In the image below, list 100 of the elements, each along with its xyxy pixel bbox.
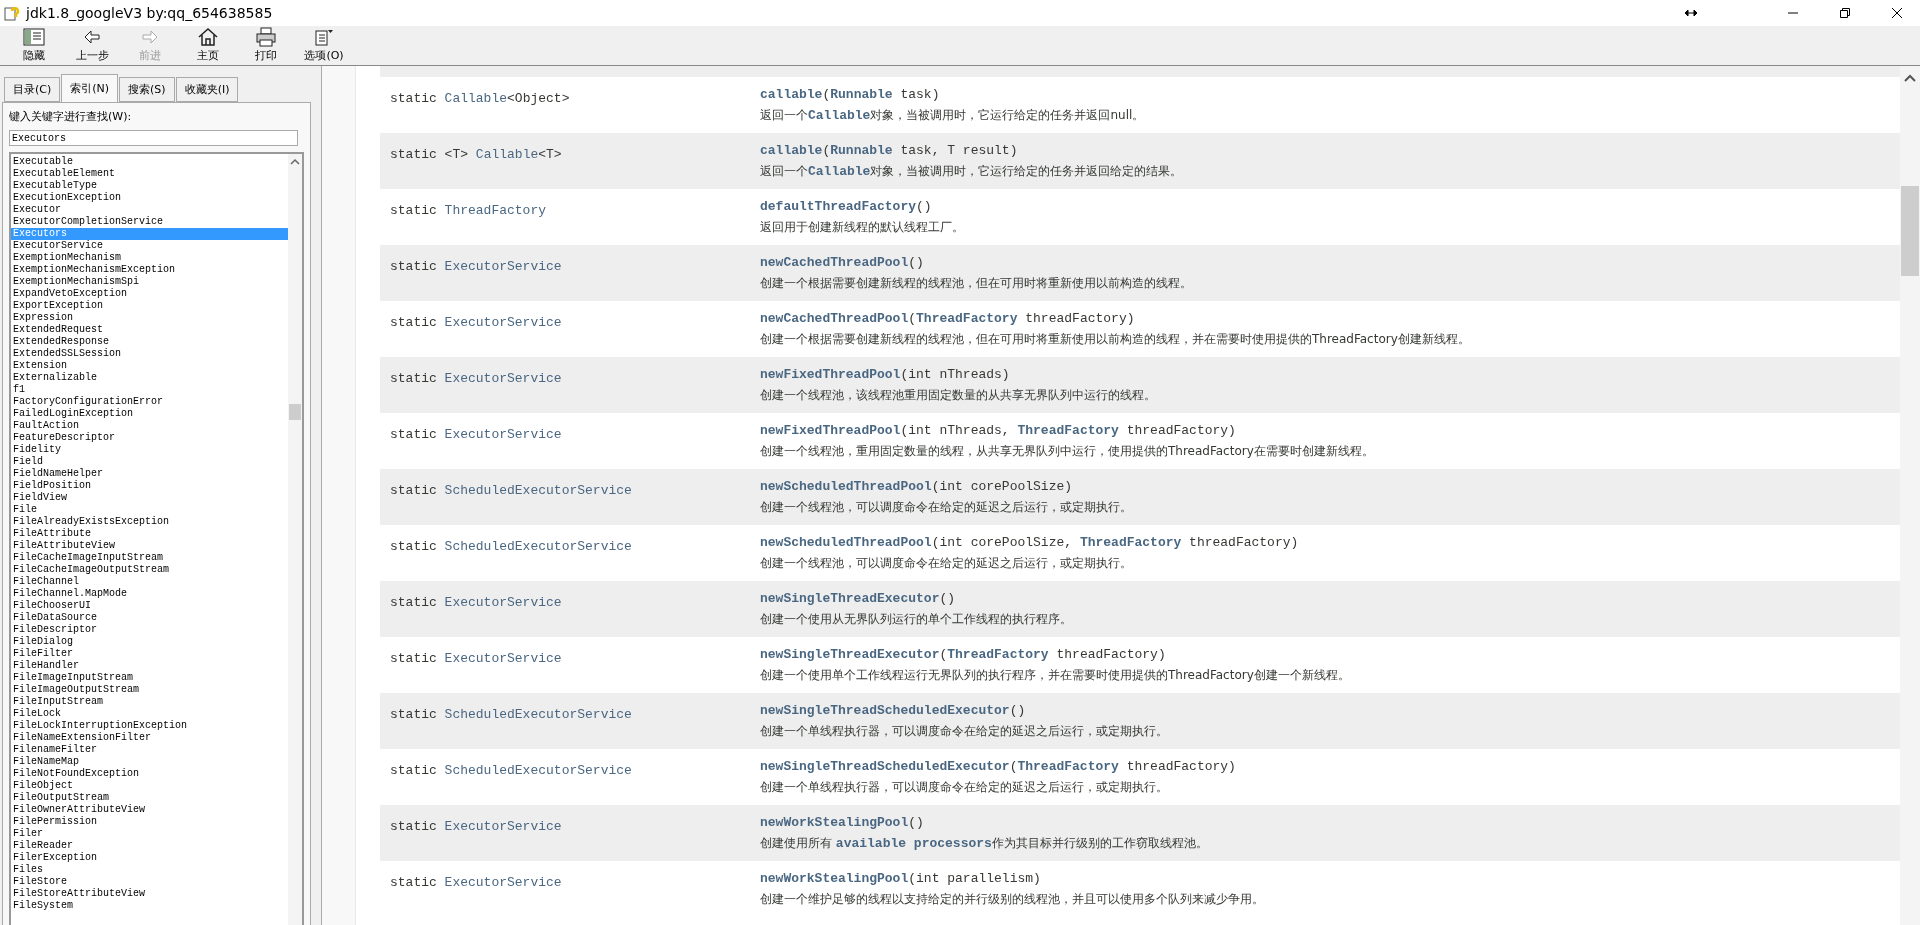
index-item[interactable]: FileDescriptor [11,624,288,636]
index-item[interactable]: FaultAction [11,420,288,432]
method-description: 创建一个单线程执行器，可以调度命令在给定的延迟之后运行，或定期执行。 [760,723,1169,740]
tab[interactable]: 索引(N) [61,74,119,102]
index-item[interactable]: Executable [11,156,288,168]
method-signature: newFixedThreadPool(int nThreads) [760,367,1011,382]
method-signature: callable(Runnable task, T result) [760,143,1019,158]
tab[interactable]: 目录(C) [4,77,61,102]
index-item[interactable]: FieldPosition [11,480,288,492]
index-item[interactable]: ExemptionMechanismSpi [11,276,288,288]
house-icon [197,27,219,47]
index-item[interactable]: FileReader [11,840,288,852]
index-item[interactable]: FileOwnerAttributeView [11,804,288,816]
index-item[interactable]: FileObject [11,780,288,792]
index-item[interactable]: ExtendedSSLSession [11,348,288,360]
toolbar-button[interactable]: 上一步 [66,27,118,63]
index-item[interactable]: FileNameExtensionFilter [11,732,288,744]
index-item[interactable]: ExemptionMechanism [11,252,288,264]
modifier-type: static ScheduledExecutorService [390,483,632,498]
index-item[interactable]: Expression [11,312,288,324]
close-icon[interactable] [1891,7,1903,19]
index-item[interactable]: ExecutableType [11,180,288,192]
index-item[interactable]: FieldView [11,492,288,504]
modifier-type: static ScheduledExecutorService [390,707,632,722]
index-item[interactable]: FileAttribute [11,528,288,540]
index-item[interactable]: FileDialog [11,636,288,648]
tab[interactable]: 搜索(S) [119,77,175,102]
index-item[interactable]: ExecutorCompletionService [11,216,288,228]
method-signature: newSingleThreadScheduledExecutor(ThreadFactory threadFactory) [760,759,1237,774]
index-item[interactable]: FileChannel.MapMode [11,588,288,600]
index-item[interactable]: Externalizable [11,372,288,384]
index-item[interactable]: FileHandler [11,660,288,672]
index-item[interactable]: FileDataSource [11,612,288,624]
method-description: 创建一个线程池，重用固定数量的线程，从共享无界队列中运行，使用提供的ThreadFactory在需要时创建新线程。 [760,443,1375,460]
toolbar-button[interactable]: 打印 [240,27,292,63]
restore-icon[interactable] [1840,8,1850,18]
scroll-thumb[interactable] [1901,186,1919,276]
toolbar-button[interactable]: 主页 [182,27,234,63]
index-item[interactable]: FileFilter [11,648,288,660]
index-item[interactable]: FileOutputStream [11,792,288,804]
content-scrollbar[interactable] [1900,66,1920,925]
index-item[interactable]: FileAlreadyExistsException [11,516,288,528]
modifier-type: static ExecutorService [390,259,562,274]
index-item[interactable]: ExecutorService [11,240,288,252]
index-item[interactable]: ExecutableElement [11,168,288,180]
method-description: 创建一个使用从无界队列运行的单个工作线程的执行程序。 [760,611,1073,628]
keyword-field[interactable]: Executors [9,130,298,146]
index-item[interactable]: ExtendedResponse [11,336,288,348]
method-signature: newCachedThreadPool(ThreadFactory threadFactory) [760,311,1136,326]
index-item[interactable]: File [11,504,288,516]
method-signature: newSingleThreadExecutor() [760,591,957,606]
index-item[interactable]: ExtendedRequest [11,324,288,336]
index-item[interactable]: FileCacheImageInputStream [11,552,288,564]
index-item[interactable]: FileImageOutputStream [11,684,288,696]
index-item[interactable]: ExportException [11,300,288,312]
index-item[interactable]: FileNotFoundException [11,768,288,780]
index-item[interactable]: FileSystem [11,900,288,912]
index-item[interactable]: FailedLoginException [11,408,288,420]
index-item[interactable]: FieldNameHelper [11,468,288,480]
method-signature: newWorkStealingPool(int parallelism) [760,871,1042,886]
index-item[interactable]: Extension [11,360,288,372]
index-item[interactable]: Fidelity [11,444,288,456]
index-item[interactable]: FileStore [11,876,288,888]
index-item[interactable]: FileInputStream [11,696,288,708]
index-item[interactable]: FileNameMap [11,756,288,768]
index-item[interactable]: ExecutionException [11,192,288,204]
index-item[interactable]: FilePermission [11,816,288,828]
list-scrollbar[interactable] [288,154,302,925]
resize-icon[interactable] [1684,9,1698,17]
modifier-type: static ThreadFactory [390,203,547,218]
index-item[interactable]: FileAttributeView [11,540,288,552]
index-item[interactable]: FilerException [11,852,288,864]
index-item[interactable]: ExemptionMechanismException [11,264,288,276]
index-item[interactable]: ExpandVetoException [11,288,288,300]
scroll-thumb[interactable] [289,404,301,420]
method-signature: newWorkStealingPool() [760,815,925,830]
index-item[interactable]: f1 [11,384,288,396]
scroll-up-icon[interactable] [290,158,300,166]
index-item[interactable]: FileStoreAttributeView [11,888,288,900]
index-item[interactable]: FactoryConfigurationError [11,396,288,408]
index-item[interactable]: FileChannel [11,576,288,588]
tab[interactable]: 收藏夹(I) [175,77,239,102]
index-item[interactable]: FileCacheImageOutputStream [11,564,288,576]
method-signature: newCachedThreadPool() [760,255,925,270]
method-description: 返回一个Callable对象，当被调用时，它运行给定的任务并返回null。 [760,107,1146,124]
scroll-up-icon[interactable] [1904,74,1916,82]
toolbar-button[interactable]: 选项(O) [298,27,350,63]
index-item[interactable]: Field [11,456,288,468]
index-item[interactable]: FileChooserUI [11,600,288,612]
index-item[interactable]: FileImageInputStream [11,672,288,684]
toolbar-button[interactable]: 隐藏 [8,27,60,63]
index-item[interactable]: Executor [11,204,288,216]
index-item[interactable]: FileLock [11,708,288,720]
index-item[interactable]: FeatureDescriptor [11,432,288,444]
index-item[interactable]: FileLockInterruptionException [11,720,288,732]
index-item[interactable]: FilenameFilter [11,744,288,756]
method-signature: newScheduledThreadPool(int corePoolSize, ThreadFactory threadFactory) [760,535,1300,550]
index-item[interactable]: Files [11,864,288,876]
index-item[interactable]: Filer [11,828,288,840]
modifier-type: static ExecutorService [390,651,562,666]
